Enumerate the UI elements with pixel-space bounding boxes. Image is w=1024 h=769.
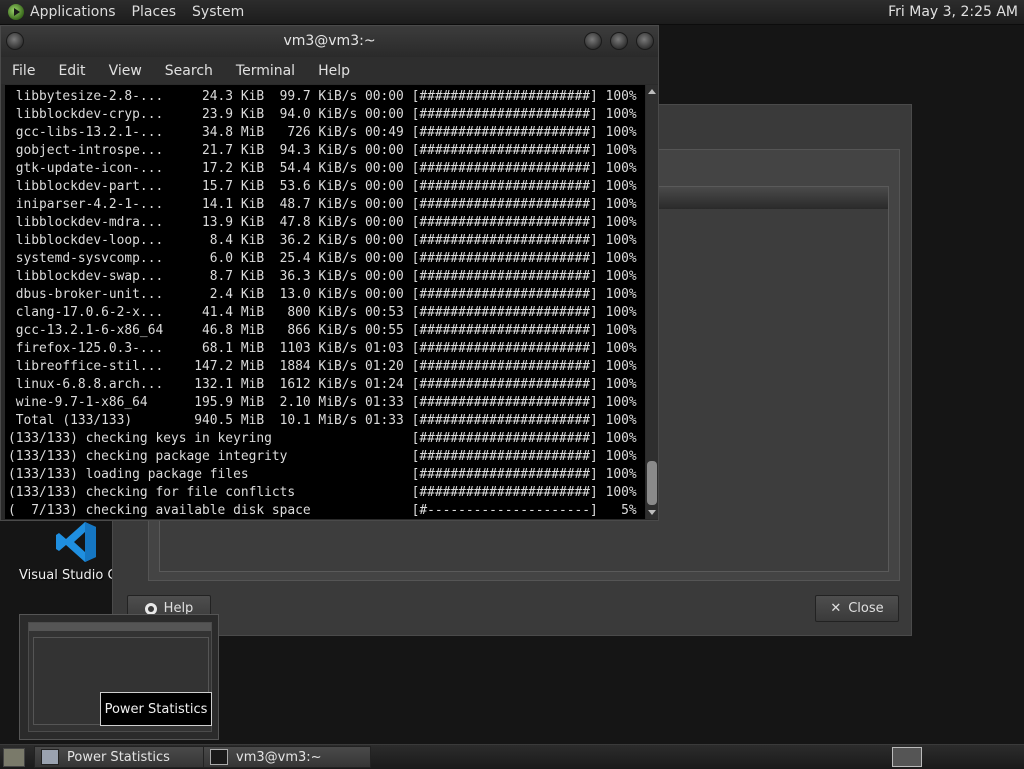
terminal-titlebar[interactable]: vm3@vm3:~	[1, 26, 658, 57]
bottom-panel: Power Statistics vm3@vm3:~	[0, 744, 1024, 769]
terminal-line: systemd-sysvcomp... 6.0 KiB 25.4 KiB/s 0…	[8, 251, 637, 266]
taskbar-item-terminal[interactable]: vm3@vm3:~	[203, 746, 371, 768]
terminal-line: linux-6.8.8.arch... 132.1 MiB 1612 KiB/s…	[8, 377, 637, 392]
terminal-window: vm3@vm3:~ File Edit View Search Terminal…	[0, 25, 659, 521]
close-button[interactable]: ✕ Close	[815, 595, 899, 622]
terminal-line: libblockdev-cryp... 23.9 KiB 94.0 KiB/s …	[8, 107, 637, 122]
scroll-up-arrow-icon[interactable]	[648, 89, 656, 94]
terminal-line: libblockdev-loop... 8.4 KiB 36.2 KiB/s 0…	[8, 233, 637, 248]
terminal-line: (133/133) checking package integrity [##…	[8, 449, 637, 464]
power-statistics-icon	[41, 749, 59, 765]
terminal-line: wine-9.7-1-x86_64 195.9 MiB 2.10 MiB/s 0…	[8, 395, 637, 410]
terminal-line: gcc-libs-13.2.1-... 34.8 MiB 726 KiB/s 0…	[8, 125, 637, 140]
taskbar-label: vm3@vm3:~	[236, 749, 322, 765]
close-window-button[interactable]	[636, 32, 654, 50]
terminal-line: libbytesize-2.8-... 24.3 KiB 99.7 KiB/s …	[8, 89, 637, 104]
terminal-menubar: File Edit View Search Terminal Help	[1, 57, 658, 84]
scrollbar-thumb[interactable]	[647, 461, 657, 505]
terminal-title: vm3@vm3:~	[283, 33, 376, 49]
close-label: Close	[848, 601, 884, 616]
terminal-line: iniparser-4.2-1-... 14.1 KiB 48.7 KiB/s …	[8, 197, 637, 212]
scroll-down-arrow-icon[interactable]	[648, 510, 656, 515]
top-panel: Applications Places System Fri May 3, 2:…	[0, 0, 1024, 25]
terminal-icon	[210, 749, 228, 765]
menu-places[interactable]: Places	[132, 4, 177, 20]
vscode-label: Visual Studio Co	[19, 568, 125, 583]
menu-applications[interactable]: Applications	[30, 4, 116, 20]
close-icon: ✕	[830, 601, 842, 616]
preview-titlebar	[29, 623, 211, 631]
workspace-switcher-icon[interactable]	[892, 747, 922, 767]
taskbar-label: Power Statistics	[67, 749, 170, 765]
terminal-line: gcc-13.2.1-6-x86_64 46.8 MiB 866 KiB/s 0…	[8, 323, 637, 338]
vscode-icon	[56, 522, 96, 562]
menu-edit[interactable]: Edit	[58, 63, 85, 79]
help-icon	[144, 602, 157, 615]
terminal-line: Total (133/133) 940.5 MiB 10.1 MiB/s 01:…	[8, 413, 637, 428]
terminal-line: gtk-update-icon-... 17.2 KiB 54.4 KiB/s …	[8, 161, 637, 176]
terminal-line: libblockdev-part... 15.7 KiB 53.6 KiB/s …	[8, 179, 637, 194]
terminal-line: libblockdev-mdra... 13.9 KiB 47.8 KiB/s …	[8, 215, 637, 230]
tooltip: Power Statistics	[100, 692, 212, 726]
terminal-output[interactable]: libbytesize-2.8-... 24.3 KiB 99.7 KiB/s …	[5, 85, 645, 519]
menu-system[interactable]: System	[192, 4, 244, 20]
terminal-line: clang-17.0.6-2-x... 41.4 MiB 800 KiB/s 0…	[8, 305, 637, 320]
menu-view[interactable]: View	[109, 63, 142, 79]
terminal-text: libbytesize-2.8-... 24.3 KiB 99.7 KiB/s …	[5, 85, 645, 519]
terminal-line: (133/133) checking for file conflicts [#…	[8, 485, 637, 500]
maximize-button[interactable]	[610, 32, 628, 50]
clock[interactable]: Fri May 3, 2:25 AM	[888, 4, 1018, 20]
applications-menu-icon[interactable]	[8, 4, 24, 20]
terminal-line: (133/133) checking keys in keyring [####…	[8, 431, 637, 446]
terminal-scrollbar[interactable]	[646, 85, 658, 519]
taskbar-item-power-statistics[interactable]: Power Statistics	[34, 746, 204, 768]
terminal-line: libblockdev-swap... 8.7 KiB 36.3 KiB/s 0…	[8, 269, 637, 284]
minimize-button[interactable]	[584, 32, 602, 50]
terminal-line: (133/133) loading package files [#######…	[8, 467, 637, 482]
terminal-line: ( 7/133) checking available disk space […	[8, 503, 637, 518]
terminal-line: firefox-125.0.3-... 68.1 MiB 1103 KiB/s …	[8, 341, 637, 356]
terminal-line: dbus-broker-unit... 2.4 KiB 13.0 KiB/s 0…	[8, 287, 637, 302]
menu-file[interactable]: File	[12, 63, 35, 79]
menu-search[interactable]: Search	[165, 63, 213, 79]
menu-terminal[interactable]: Terminal	[236, 63, 295, 79]
terminal-line: libreoffice-stil... 147.2 MiB 1884 KiB/s…	[8, 359, 637, 374]
menu-help[interactable]: Help	[318, 63, 350, 79]
terminal-line: gobject-introspe... 21.7 KiB 94.3 KiB/s …	[8, 143, 637, 158]
show-desktop-icon[interactable]	[3, 748, 25, 767]
